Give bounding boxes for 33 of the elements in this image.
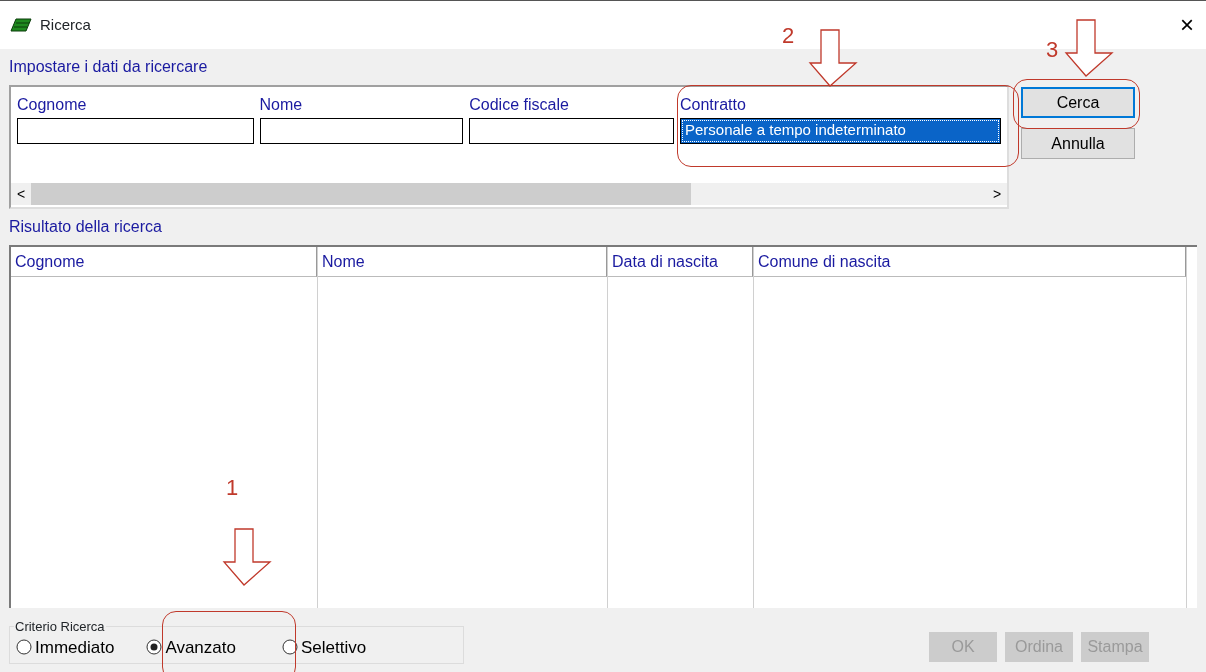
radio-option[interactable]: Immediato [12, 634, 119, 660]
input-field[interactable] [17, 118, 254, 144]
field-label: Nome [259, 95, 304, 115]
input-field[interactable] [469, 118, 674, 144]
scroll-left-button[interactable]: < [11, 183, 31, 205]
column-header[interactable]: Comune di nascita [754, 247, 1186, 277]
radio-icon [16, 639, 32, 656]
section-title: Impostare i dati da ricercare [9, 57, 208, 77]
annotation-number: 1 [226, 474, 239, 502]
annotation-number: 3 [1046, 36, 1059, 64]
cancel-button[interactable]: Annulla [1021, 128, 1135, 159]
app-icon [10, 17, 32, 33]
radio-icon [146, 639, 163, 656]
radio-option[interactable]: Selettivo [277, 634, 371, 660]
radio-icon [281, 639, 298, 656]
field-label: Cognome [17, 95, 88, 115]
arrow-annotation [222, 528, 272, 586]
field-label: Codice fiscale [469, 95, 570, 115]
window-title: Ricerca [40, 14, 91, 35]
column-header[interactable]: Cognome [11, 247, 317, 277]
close-button[interactable]: × [1178, 13, 1196, 37]
input-field[interactable]: Personale a tempo indeterminato [680, 118, 1001, 144]
horizontal-scrollbar[interactable]: < > [11, 183, 1007, 205]
annotation-number: 2 [782, 22, 795, 50]
radio-option[interactable]: Avanzato [142, 634, 240, 660]
input-field[interactable] [259, 118, 464, 144]
column-header[interactable]: Data di nascita [608, 247, 753, 277]
scroll-thumb[interactable] [31, 183, 691, 205]
search-button[interactable]: Cerca [1021, 87, 1135, 118]
column-header[interactable]: Nome [318, 247, 607, 277]
field-label: Contratto [680, 95, 747, 115]
scroll-right-button[interactable]: > [987, 183, 1007, 205]
section-title: Risultato della ricerca [9, 217, 162, 237]
